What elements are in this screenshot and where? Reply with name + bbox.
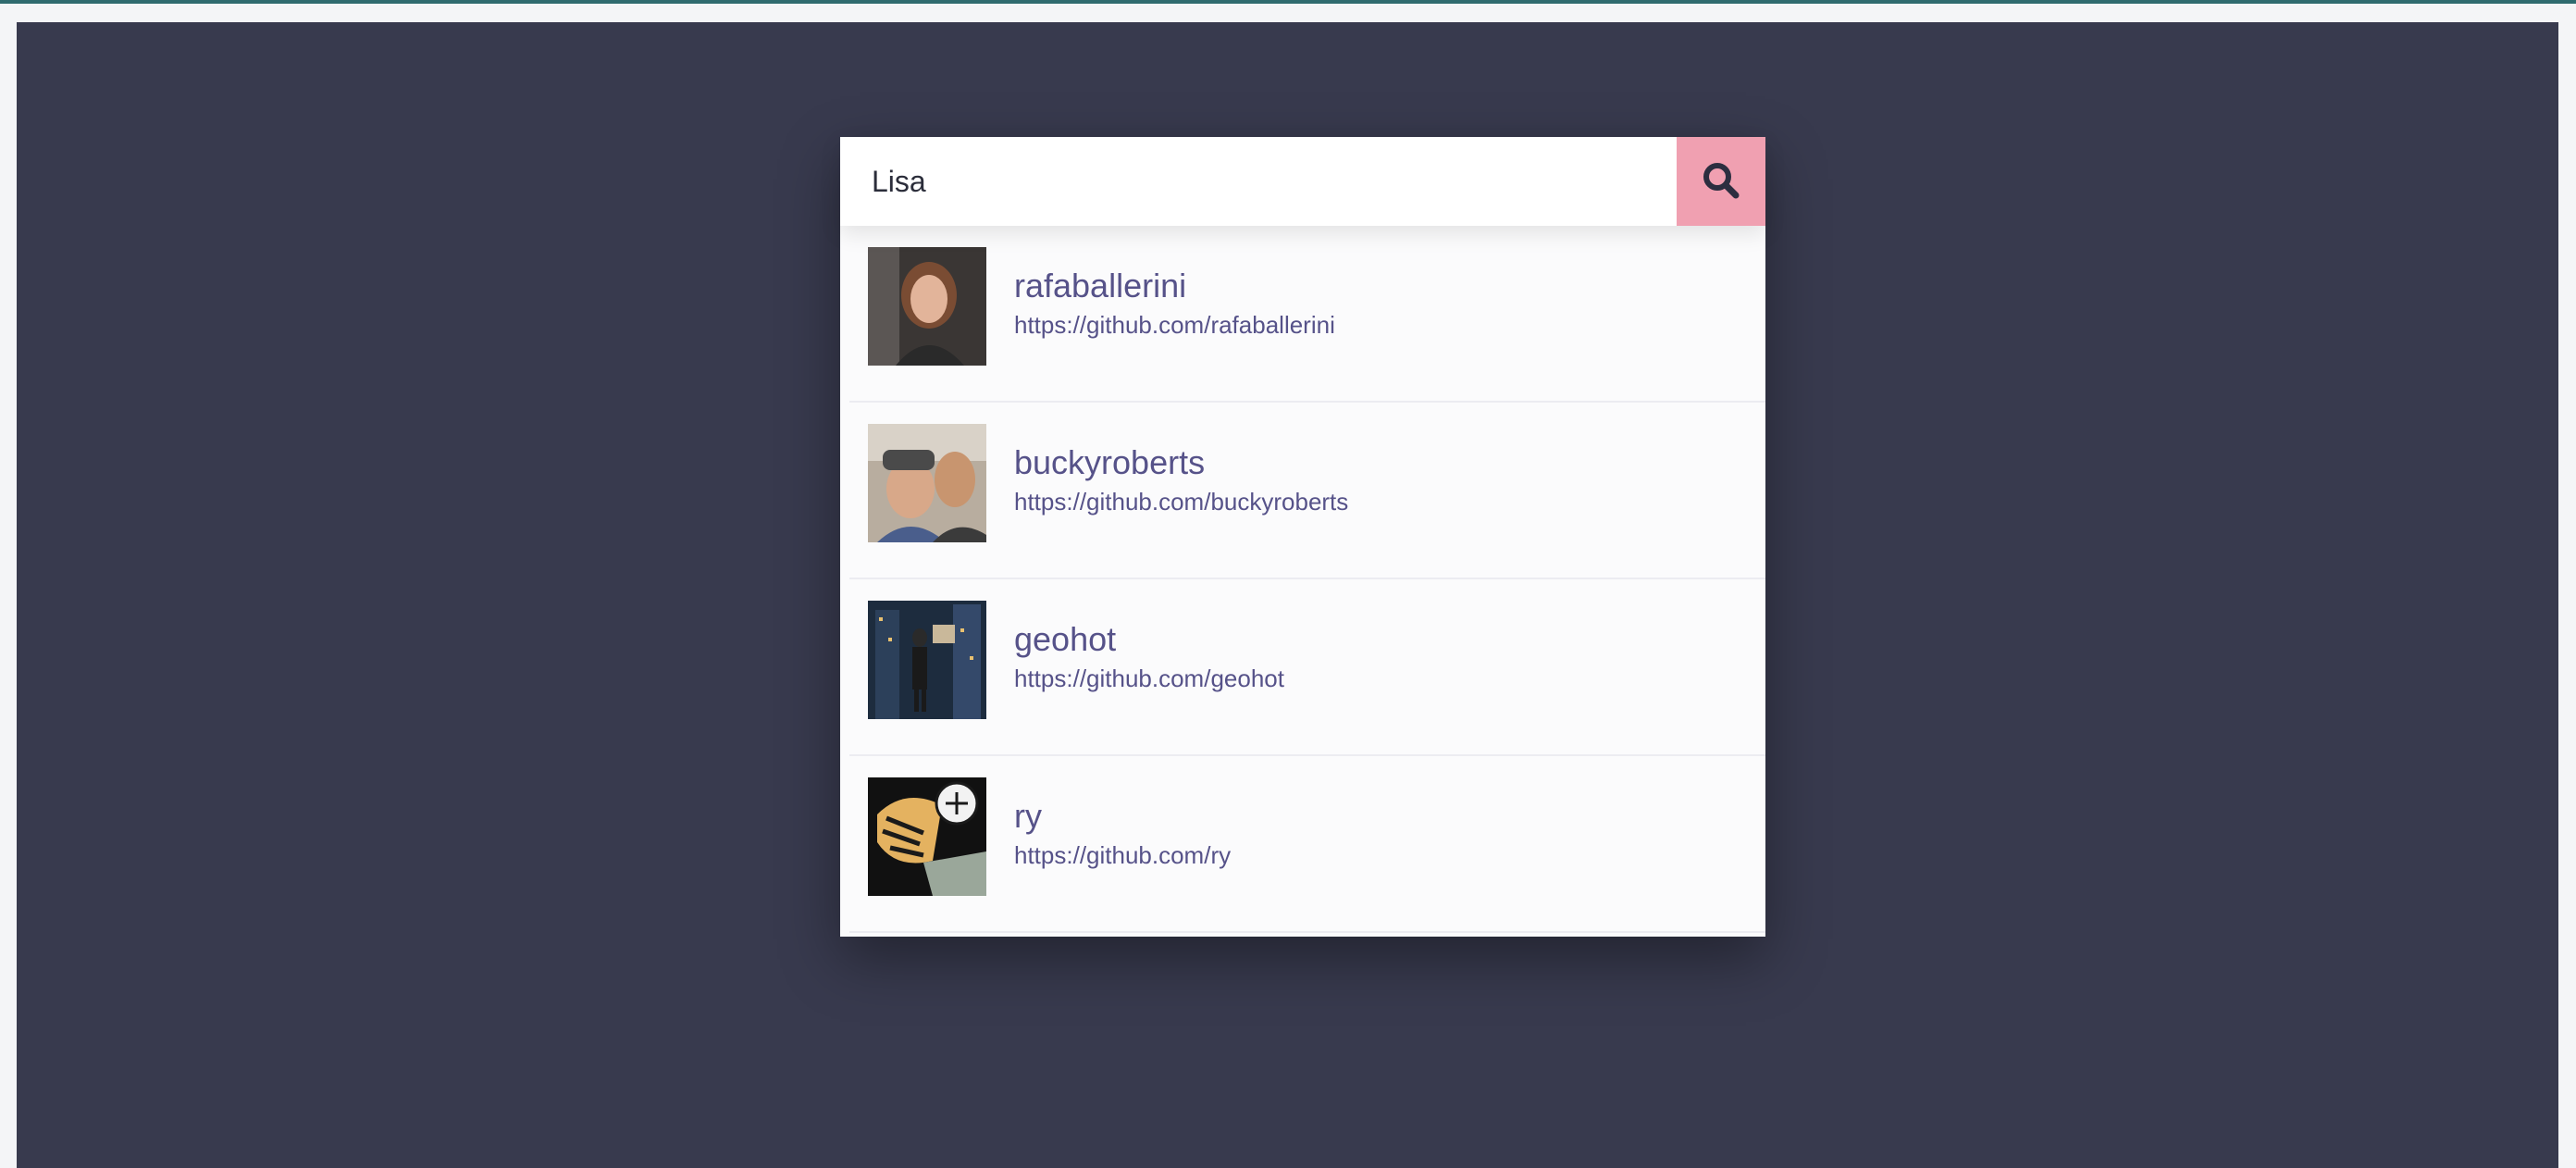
avatar: [868, 247, 986, 366]
result-username[interactable]: ry: [1014, 797, 1042, 836]
page-background: rafaballerini https://github.com/rafabal…: [17, 22, 2558, 1168]
list-item[interactable]: rafaballerini https://github.com/rafabal…: [849, 226, 1765, 403]
list-item[interactable]: buckyroberts https://github.com/buckyrob…: [849, 403, 1765, 579]
avatar: [868, 424, 986, 542]
search-icon: [1701, 160, 1741, 204]
result-url[interactable]: https://github.com/geohot: [1014, 665, 1284, 693]
list-item[interactable]: geohot https://github.com/geohot: [849, 579, 1765, 756]
results-list: rafaballerini https://github.com/rafabal…: [840, 226, 1765, 933]
search-button[interactable]: [1677, 137, 1765, 226]
result-username[interactable]: buckyroberts: [1014, 443, 1205, 482]
result-url[interactable]: https://github.com/rafaballerini: [1014, 311, 1335, 340]
result-username[interactable]: rafaballerini: [1014, 267, 1186, 305]
avatar: [868, 777, 986, 896]
result-username[interactable]: geohot: [1014, 620, 1116, 659]
list-item[interactable]: ry https://github.com/ry: [849, 756, 1765, 933]
avatar: [868, 601, 986, 719]
search-input[interactable]: [840, 137, 1677, 226]
result-url[interactable]: https://github.com/ry: [1014, 841, 1231, 870]
top-accent-strip: [0, 0, 2576, 4]
result-url[interactable]: https://github.com/buckyroberts: [1014, 488, 1348, 516]
search-bar: [840, 137, 1765, 226]
search-panel: rafaballerini https://github.com/rafabal…: [840, 137, 1765, 937]
